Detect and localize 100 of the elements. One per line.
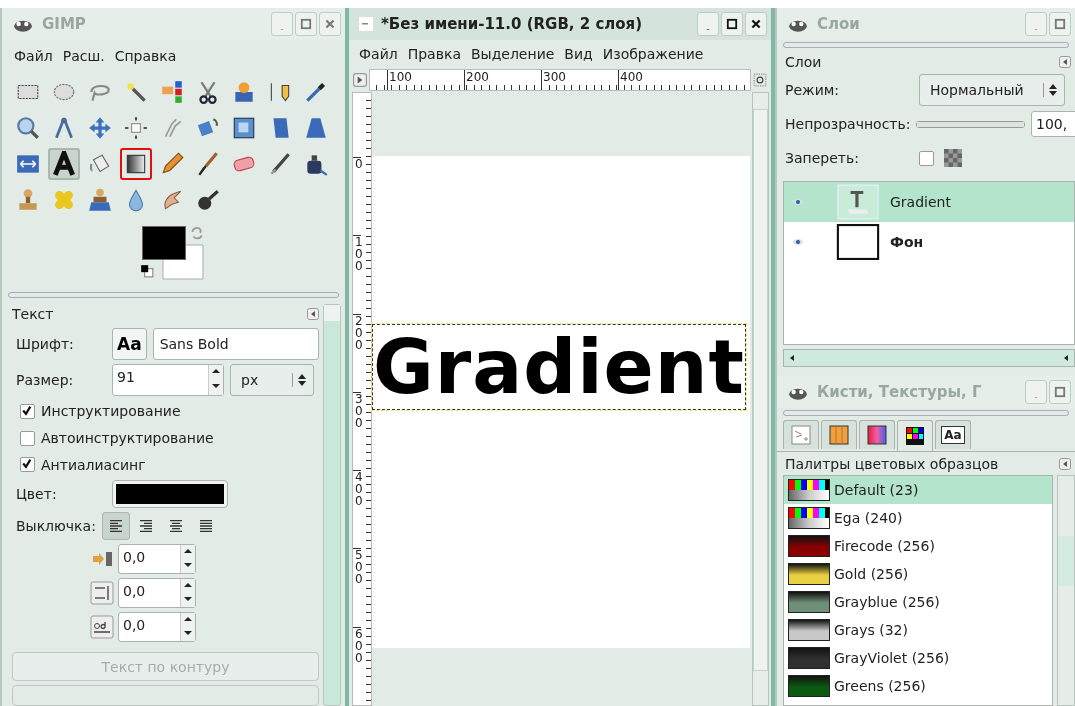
palette-item[interactable]: Grayblue (256) <box>784 588 1052 616</box>
font-preview-button[interactable]: Aa <box>112 328 147 360</box>
ruler-label: 200 <box>464 70 541 90</box>
justify-icon <box>137 518 154 535</box>
align-icon <box>123 115 149 141</box>
menu-item[interactable]: Правка <box>407 46 461 62</box>
dodge-burn-icon <box>195 187 221 213</box>
field-label: Запереть: <box>785 150 860 166</box>
palette-item[interactable]: Ega (240) <box>784 504 1052 532</box>
ruler-label: 400 <box>353 470 361 549</box>
window-title: Слои <box>817 15 861 33</box>
menu-item[interactable]: Вид <box>564 46 593 62</box>
ruler-label: 200 <box>353 313 361 392</box>
tab-menu-icon[interactable] <box>1059 56 1071 68</box>
menu-item[interactable]: Выделение <box>470 46 555 62</box>
spacing-spinbox[interactable]: 0,0 <box>118 544 196 575</box>
window-title: GIMP <box>42 15 87 33</box>
size-spinbox[interactable]: 91 <box>112 364 224 396</box>
maximize-icon <box>300 18 312 30</box>
field-label: Цвет: <box>16 486 58 503</box>
checkbox-label: Антиалиасинг <box>41 456 146 473</box>
close-button[interactable] <box>745 12 767 36</box>
palette-item[interactable]: GrayViolet (256) <box>784 644 1052 672</box>
scrollbar[interactable] <box>323 304 341 706</box>
spacing-spinbox[interactable]: 0,0 <box>118 612 196 643</box>
close-icon <box>750 18 762 30</box>
field-label: Выключка: <box>16 518 96 535</box>
opacity-field[interactable]: 100, <box>1031 111 1075 137</box>
foreground-color-swatch[interactable] <box>141 226 186 260</box>
checkbox[interactable] <box>20 457 35 473</box>
dock-tab[interactable] <box>859 420 895 449</box>
justify-icon <box>197 518 214 535</box>
ruler-label: 100 <box>387 70 464 90</box>
document-icon <box>359 17 373 31</box>
image-canvas[interactable]: Gradient <box>372 156 750 648</box>
tab-menu-icon[interactable] <box>307 308 319 320</box>
tool-button[interactable] <box>120 148 152 180</box>
dock-tab[interactable] <box>897 420 933 451</box>
maximize-icon <box>1054 386 1066 398</box>
menu-item[interactable]: Файл <box>359 46 398 62</box>
eye-icon[interactable] <box>792 198 804 206</box>
menu-item[interactable]: Изображение <box>602 46 704 62</box>
move-arrows-icon <box>87 115 113 141</box>
tool-button[interactable] <box>48 148 80 180</box>
palette-item[interactable]: Gold (256) <box>784 560 1052 588</box>
layer-thumbnail <box>836 224 880 260</box>
mode-dropdown[interactable]: Нормальный <box>919 74 1065 106</box>
checkbox-label: Инструктирование <box>41 403 181 420</box>
field-label: Размер: <box>16 372 75 388</box>
text-layer-thumbnail <box>836 184 880 220</box>
layer-name: Gradient <box>890 194 951 210</box>
stamp-on-plane-icon <box>87 187 113 213</box>
menu-item[interactable]: Справка <box>114 48 177 64</box>
panel-title: Палитры цветовых образцов <box>785 456 999 472</box>
line-spacing-icon <box>90 581 114 606</box>
palette-swatch <box>788 507 830 529</box>
updown-icon <box>292 373 307 387</box>
magnifier-icon <box>15 115 41 141</box>
ruler-label: 400 <box>618 70 695 90</box>
dock-tab[interactable]: Aa <box>935 420 971 449</box>
scroll-left-icon[interactable] <box>788 354 796 362</box>
gradient-swatch-icon <box>867 425 887 445</box>
scrollbar[interactable] <box>1057 475 1075 706</box>
spacing-spinbox[interactable]: 0,0 <box>118 578 196 609</box>
checkbox-label: Автоинструктирование <box>41 430 214 447</box>
menu-item[interactable]: Файл <box>14 48 53 64</box>
menu-item[interactable]: Расш. <box>62 48 105 64</box>
tab-menu-icon[interactable] <box>1059 458 1071 470</box>
palette-grid-icon <box>905 426 925 446</box>
layer-row[interactable]: Gradient <box>784 182 1074 222</box>
maximize-button[interactable] <box>721 12 743 36</box>
color-button[interactable] <box>112 480 228 509</box>
scrollbar[interactable] <box>751 92 769 706</box>
zoom-navigate-icon[interactable] <box>753 73 767 87</box>
unit-dropdown[interactable]: px <box>230 364 314 396</box>
default-colors-icon[interactable] <box>139 264 154 278</box>
justify-icon <box>167 518 184 535</box>
checkbox[interactable] <box>919 150 934 166</box>
ruler-label: 0 <box>353 157 361 236</box>
panel-title: Текст <box>12 306 54 322</box>
checkbox[interactable] <box>20 430 35 446</box>
layer-row[interactable]: Фон <box>784 222 1074 262</box>
window-title: *Без имени-11.0 (RGB, 2 слоя) <box>381 15 644 33</box>
field-label: Режим: <box>785 82 841 98</box>
scroll-left-icon[interactable] <box>1062 354 1070 362</box>
palette-item[interactable]: Default (23) <box>784 476 1052 504</box>
scrollbar[interactable] <box>783 349 1075 367</box>
palette-item[interactable]: Grays (32) <box>784 616 1052 644</box>
field-label: Непрозрачность: <box>785 116 911 132</box>
updown-icon <box>1043 83 1058 97</box>
background-color-swatch[interactable] <box>161 244 204 280</box>
justify-button[interactable] <box>101 512 130 541</box>
palette-swatch <box>788 479 830 501</box>
eye-icon[interactable] <box>792 238 804 246</box>
checkbox[interactable] <box>20 403 35 419</box>
palette-item[interactable]: Greens (256) <box>784 672 1052 700</box>
opacity-slider[interactable] <box>916 120 1025 128</box>
maximize-icon <box>1054 18 1066 30</box>
font-field[interactable]: Sans Bold <box>152 328 319 360</box>
palette-item[interactable]: Firecode (256) <box>784 532 1052 560</box>
